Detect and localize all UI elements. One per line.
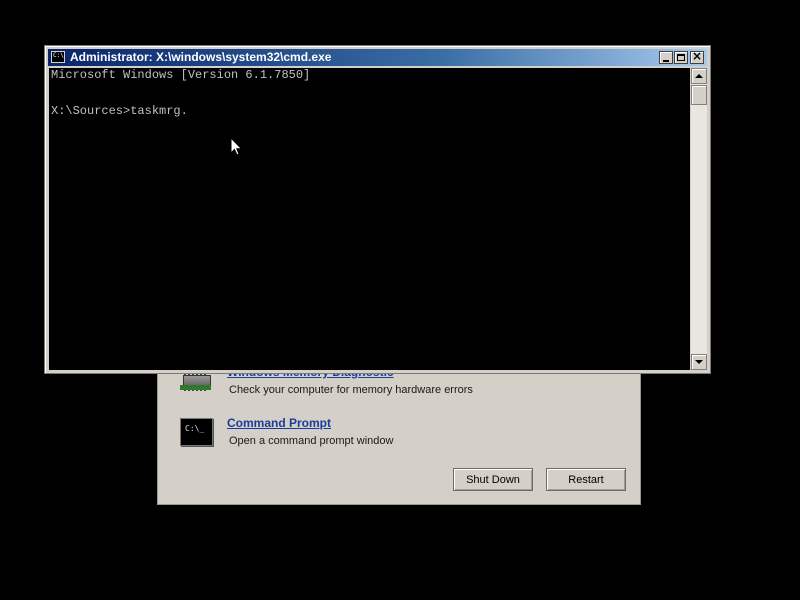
desktop: Windows Memory Diagnostic Check your com…: [0, 0, 800, 600]
maximize-button[interactable]: [674, 51, 688, 64]
cmd-window-title: Administrator: X:\windows\system32\cmd.e…: [70, 50, 332, 64]
close-button[interactable]: ×: [690, 49, 704, 64]
restart-button[interactable]: Restart: [546, 468, 626, 491]
cmd-window[interactable]: C:\ Administrator: X:\windows\system32\c…: [44, 45, 711, 374]
shut-down-button[interactable]: Shut Down: [453, 468, 533, 491]
cmd-window-icon[interactable]: C:\: [51, 51, 65, 63]
console-output[interactable]: Microsoft Windows [Version 6.1.7850] X:\…: [49, 68, 690, 370]
close-icon: ×: [691, 49, 703, 63]
memory-diagnostic-description: Check your computer for memory hardware …: [229, 384, 473, 396]
scroll-up-button[interactable]: [691, 68, 707, 84]
command-prompt-icon: C:\_: [180, 418, 213, 446]
command-prompt-description: Open a command prompt window: [229, 435, 394, 447]
command-prompt-link[interactable]: Command Prompt: [227, 416, 331, 430]
console-line-prompt: X:\Sources>taskmrg.: [51, 104, 188, 118]
arrow-down-icon: [695, 360, 703, 364]
maximize-icon: [677, 54, 685, 61]
vertical-scrollbar[interactable]: [691, 68, 707, 370]
minimize-icon: [663, 60, 669, 62]
command-prompt-option[interactable]: C:\_ Command Prompt Open a command promp…: [180, 416, 600, 456]
scroll-thumb[interactable]: [691, 85, 707, 105]
cmd-titlebar[interactable]: C:\ Administrator: X:\windows\system32\c…: [48, 49, 707, 66]
mouse-pointer-icon: [230, 137, 243, 156]
console-line-version: Microsoft Windows [Version 6.1.7850]: [51, 68, 311, 82]
scroll-down-button[interactable]: [691, 354, 707, 370]
arrow-up-icon: [695, 74, 703, 78]
minimize-button[interactable]: [659, 51, 673, 64]
